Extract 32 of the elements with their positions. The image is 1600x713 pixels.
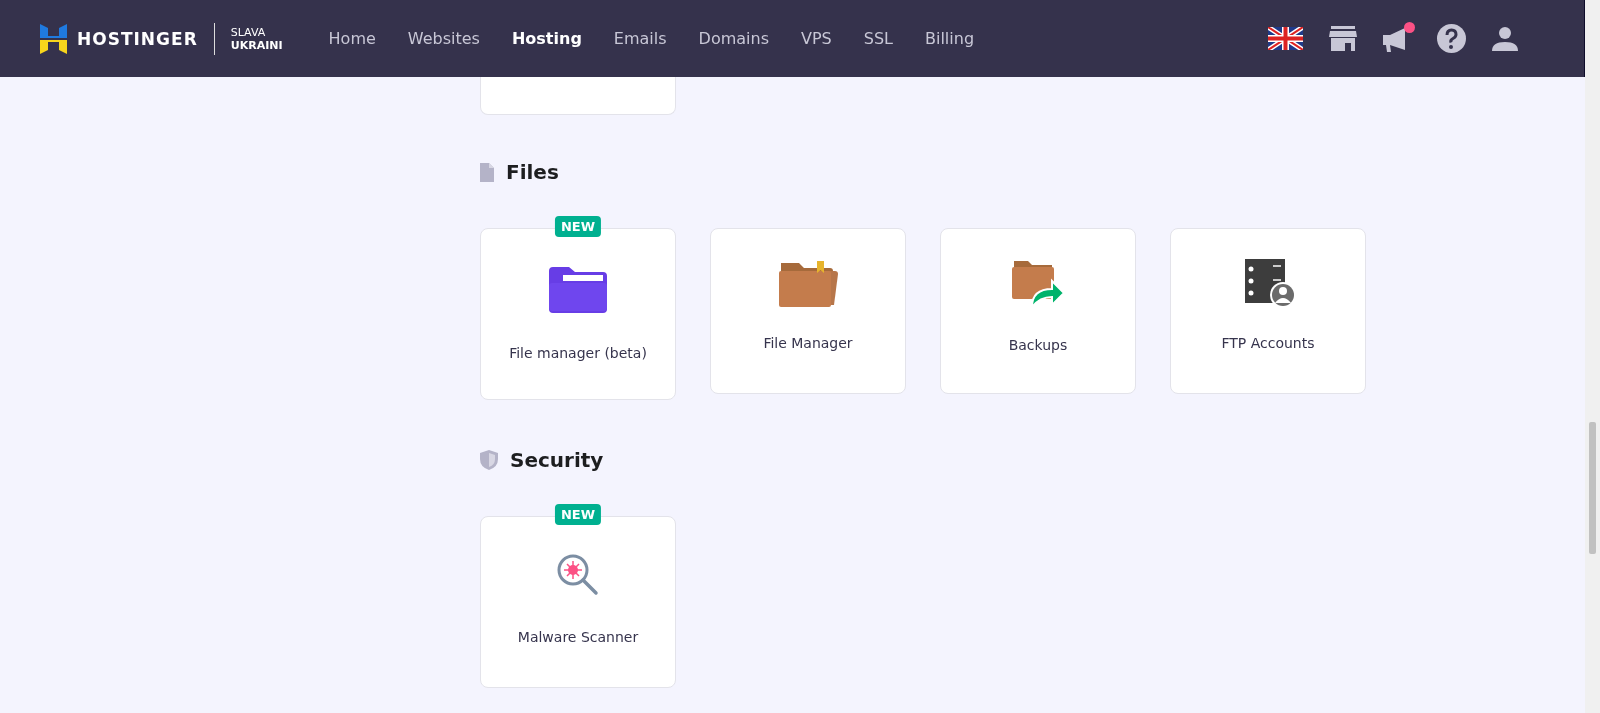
store-icon[interactable] <box>1329 26 1357 51</box>
nav-link[interactable]: Billing <box>909 29 991 48</box>
new-badge: NEW <box>554 216 602 237</box>
section-title: Files <box>506 160 559 184</box>
scrollbar[interactable] <box>1585 0 1600 713</box>
logo-icon <box>40 23 67 54</box>
tool-card[interactable]: File Manager <box>710 228 906 394</box>
tagline-text: UKRAINI <box>230 38 283 52</box>
tagline-text: SLAVA <box>230 25 267 39</box>
nav-link[interactable]: Websites <box>391 29 496 48</box>
nav-link[interactable]: Domains <box>682 29 785 48</box>
brand-name: HOSTINGER <box>77 28 198 49</box>
tool-card[interactable]: FTP Accounts <box>1170 228 1366 394</box>
card-label: FTP Accounts <box>1221 335 1315 351</box>
section-title: Security <box>510 448 604 472</box>
card-label: File manager (beta) <box>509 345 647 361</box>
new-badge: NEW <box>554 504 602 525</box>
card-label: File Manager <box>763 335 853 351</box>
card-label: Backups <box>1008 337 1068 353</box>
shield-icon <box>480 450 498 470</box>
nav-link[interactable]: Hosting <box>495 29 598 48</box>
user-icon[interactable] <box>1492 26 1518 51</box>
card-label: Malware Scanner <box>517 629 639 645</box>
help-icon[interactable] <box>1437 24 1466 53</box>
scrollbar-thumb[interactable] <box>1589 422 1596 554</box>
nav-link[interactable]: VPS <box>785 29 848 48</box>
nav-link[interactable]: Emails <box>597 29 683 48</box>
nav-link[interactable]: Home <box>312 29 392 48</box>
file-icon <box>480 162 494 182</box>
tool-card[interactable]: Backups <box>940 228 1136 394</box>
nav-link[interactable]: SSL <box>847 29 909 48</box>
uk-flag-icon[interactable] <box>1268 27 1303 50</box>
